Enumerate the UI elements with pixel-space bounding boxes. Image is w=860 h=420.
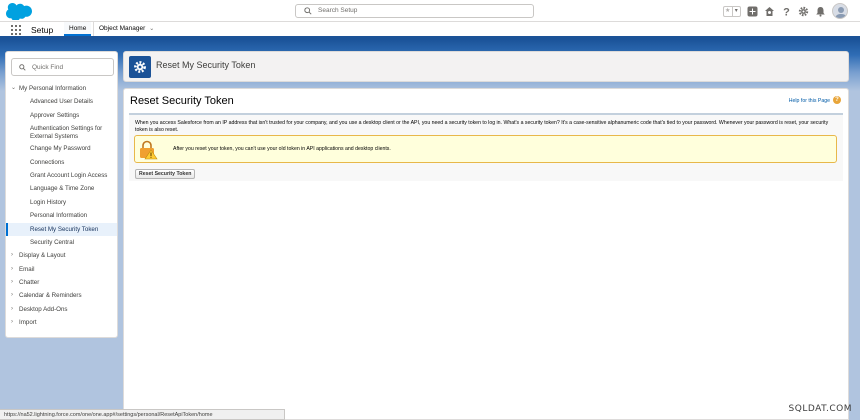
content-block: When you access Salesforce from an IP ad… [129,113,843,181]
notification-bell-icon[interactable] [815,6,826,17]
sidebar-item-label: Personal Information [30,212,88,220]
tab-object-manager-label: Object Manager [99,25,146,32]
sidebar-item-personal-information[interactable]: Personal Information [6,209,117,222]
sidebar-item-language-time-zone[interactable]: Language & Time Zone [6,182,117,195]
global-header: Search Setup ★ ▾ ? [0,0,860,22]
warning-text: After you reset your token, you can't us… [173,146,391,152]
user-avatar-image [835,7,847,18]
sidebar-item-security-central[interactable]: Security Central [6,236,117,249]
search-icon [304,7,312,15]
favorites-button[interactable]: ★ ▾ [723,5,741,17]
help-for-this-page-link[interactable]: Help for this Page [789,98,830,104]
sidebar-item-label: Grant Account Login Access [30,171,108,179]
sidebar-item-desktop-add-ons[interactable]: › Desktop Add-Ons [6,303,117,316]
sidebar-item-label: Import [19,319,37,327]
help-icon[interactable]: ? [781,6,792,17]
sidebar-item-change-my-password[interactable]: Change My Password [6,142,117,155]
sidebar-item-display-layout[interactable]: › Display & Layout [6,249,117,262]
chevron-down-icon[interactable]: ⌄ [11,82,16,95]
sidebar-item-reset-my-security-token[interactable]: Reset My Security Token [6,222,117,236]
sidebar-item-label: Approver Settings [30,111,80,119]
app-nav-bar: Setup Home Object Manager ⌄ [0,22,860,39]
setup-tree-nav: Quick Find ⌄ My Personal Information Adva… [5,51,118,338]
status-url: https://na52.lightning.force.com/one/one… [0,409,285,420]
sidebar-item-import[interactable]: › Import [6,316,117,329]
app-name: Setup [31,25,54,35]
svg-text:?: ? [783,6,790,17]
sidebar-item-chatter[interactable]: › Chatter [6,276,117,289]
main-content: Reset Security Token Help for this Page … [123,88,849,420]
gear-icon [134,61,146,73]
reset-security-token-button[interactable]: Reset Security Token [135,169,196,179]
sidebar-item-label: Security Central [30,238,75,246]
sidebar-item-advanced-user-details[interactable]: Advanced User Details [6,95,117,108]
salesforce-logo[interactable] [6,3,32,20]
page-header-title: Reset My Security Token [156,60,256,70]
tab-object-manager[interactable]: Object Manager ⌄ [93,22,159,36]
sidebar-item-label: Language & Time Zone [30,185,95,193]
sidebar-item-label: Calendar & Reminders [19,292,82,300]
star-icon[interactable]: ★ [724,7,732,16]
quick-find-placeholder: Quick Find [32,64,64,71]
chevron-right-icon[interactable]: › [11,303,13,316]
sidebar-item-authentication-settings[interactable]: Authentication Settings for External Sys… [6,122,117,142]
sidebar-item-approver-settings[interactable]: Approver Settings [6,109,117,122]
page-header: Reset My Security Token [123,51,849,82]
gear-icon[interactable] [798,6,809,17]
search-icon [19,64,26,71]
warning-lock-icon [140,140,158,160]
user-avatar[interactable] [832,3,848,19]
sidebar-item-label: Desktop Add-Ons [19,305,68,313]
global-actions-icon[interactable] [747,6,758,17]
sidebar-item-calendar-reminders[interactable]: › Calendar & Reminders [6,289,117,302]
setup-gear-icon [129,56,151,78]
page-title: Reset Security Token [130,95,234,107]
app-launcher-icon[interactable] [11,25,21,35]
chevron-down-icon[interactable]: ▾ [731,6,741,16]
sidebar-item-label: Advanced User Details [30,98,93,106]
watermark: SQLDAT.COM [788,404,852,414]
tab-home-label: Home [69,25,87,32]
help-icon[interactable]: ? [833,96,841,104]
header-utility-icons: ★ ▾ ? [723,3,848,19]
sidebar-item-connections[interactable]: Connections [6,156,117,169]
sidebar-item-email[interactable]: › Email [6,263,117,276]
setup-tree-list: ⌄ My Personal Information Advanced User D… [6,82,117,330]
sidebar-item-label: My Personal Information [19,85,87,92]
sidebar-item-label: Chatter [19,279,40,287]
sidebar-item-label: Authentication Settings for External Sys… [30,125,103,140]
sidebar-item-grant-account-login-access[interactable]: Grant Account Login Access [6,169,117,182]
chevron-right-icon[interactable]: › [11,249,13,262]
search-placeholder: Search Setup [318,7,358,14]
chevron-right-icon[interactable]: › [11,289,13,302]
sidebar-item-label: Change My Password [30,145,91,153]
chevron-down-icon[interactable]: ⌄ [149,26,154,32]
sidebar-item-label: Login History [30,198,67,206]
warning-message: After you reset your token, you can't us… [134,135,837,163]
quick-find-input[interactable]: Quick Find [11,58,114,76]
intro-text: When you access Salesforce from an IP ad… [135,120,829,133]
tab-home[interactable]: Home [64,22,92,36]
trailhead-icon[interactable] [764,6,775,17]
sidebar-item-label: Display & Layout [19,252,66,260]
setup-search-input[interactable]: Search Setup [295,4,534,18]
sidebar-item-label: Email [19,265,35,273]
sidebar-item-label: Connections [30,158,65,166]
sidebar-item-login-history[interactable]: Login History [6,196,117,209]
chevron-right-icon[interactable]: › [11,263,13,276]
chevron-right-icon[interactable]: › [11,316,13,329]
chevron-right-icon[interactable]: › [11,276,13,289]
sidebar-item-my-personal-information[interactable]: ⌄ My Personal Information [6,82,117,95]
sidebar-item-label: Reset My Security Token [30,225,99,233]
